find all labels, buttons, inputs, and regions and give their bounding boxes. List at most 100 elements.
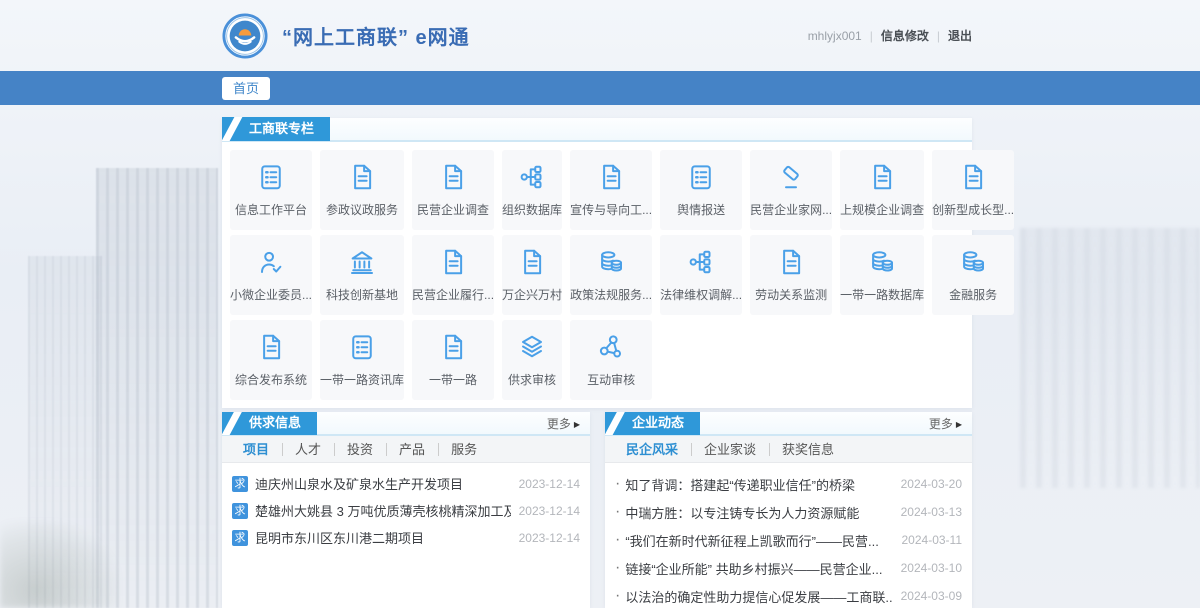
bullet-icon	[615, 531, 620, 549]
demand-badge: 求	[232, 476, 248, 492]
document-icon	[958, 162, 988, 192]
news-tab-2[interactable]: 企业家谈	[691, 436, 769, 463]
supply-list-item[interactable]: 求 楚雄州大姚县 3 万吨优质薄壳核桃精深加工及科... 2023-12-14	[232, 497, 580, 524]
main-content: 工商联专栏 信息工作平台 参政议政服务 民营企业调查 组织数据库 宣传与导向工.…	[222, 118, 972, 608]
app-card[interactable]: 民营企业家网...	[750, 150, 832, 230]
app-card[interactable]: 上规模企业调查	[840, 150, 924, 230]
news-tab-1[interactable]: 民企风采	[613, 436, 691, 463]
database-icon	[958, 247, 988, 277]
app-card[interactable]: 组织数据库	[502, 150, 562, 230]
item-title: 楚雄州大姚县 3 万吨优质薄壳核桃精深加工及科...	[255, 501, 511, 520]
divider: |	[937, 29, 940, 43]
news-tab-3[interactable]: 获奖信息	[769, 436, 847, 463]
item-title: 以法治的确定性助力提信心促发展——工商联...	[625, 587, 892, 606]
share-icon	[596, 332, 626, 362]
document-icon	[867, 162, 897, 192]
site-logo-icon	[222, 13, 268, 59]
item-date: 2024-03-11	[902, 533, 963, 547]
app-card[interactable]: 参政议政服务	[320, 150, 404, 230]
background-building-left	[96, 168, 218, 608]
news-list-item[interactable]: 链接“企业所能” 共助乡村振兴——民营企业... 2024-03-10	[615, 554, 962, 582]
site-header: “网上工商联” e网通 mhlyjx001 | 信息修改 | 退出	[0, 0, 1200, 71]
supply-tab-2[interactable]: 人才	[282, 436, 334, 463]
page: “网上工商联” e网通 mhlyjx001 | 信息修改 | 退出 首页 工商联…	[0, 0, 1200, 608]
supply-tab-3[interactable]: 投资	[334, 436, 386, 463]
modify-info-link[interactable]: 信息修改	[881, 27, 929, 44]
app-card-label: 创新型成长型...	[932, 201, 1014, 218]
username: mhlyjx001	[808, 29, 862, 43]
app-card[interactable]: 互动审核	[570, 320, 652, 400]
item-title: 链接“企业所能” 共助乡村振兴——民营企业...	[625, 559, 892, 578]
app-card-label: 科技创新基地	[326, 286, 398, 303]
news-list-item[interactable]: 知了背调：搭建起“传递职业信任”的桥梁 2024-03-20	[615, 470, 962, 498]
item-date: 2024-03-13	[901, 505, 962, 519]
app-card-label: 宣传与导向工...	[570, 201, 652, 218]
app-card-label: 上规模企业调查	[840, 201, 924, 218]
news-panel-header: 企业动态 更多	[605, 412, 972, 436]
supply-tab-5[interactable]: 服务	[438, 436, 490, 463]
gavel-icon	[776, 162, 806, 192]
org-chart-icon	[517, 162, 547, 192]
app-grid: 信息工作平台 参政议政服务 民营企业调查 组织数据库 宣传与导向工... 舆情报…	[222, 142, 972, 408]
app-card-label: 劳动关系监测	[755, 286, 827, 303]
list-icon	[347, 332, 377, 362]
database-icon	[867, 247, 897, 277]
app-card[interactable]: 创新型成长型...	[932, 150, 1014, 230]
supply-more-link[interactable]: 更多	[547, 415, 580, 432]
app-card[interactable]: 民营企业履行...	[412, 235, 494, 315]
app-card[interactable]: 劳动关系监测	[750, 235, 832, 315]
supply-tab-1[interactable]: 项目	[230, 436, 282, 463]
more-label: 更多	[929, 415, 953, 432]
section-title-federation: 工商联专栏	[222, 117, 330, 141]
background-trees	[0, 520, 120, 608]
supply-tab-4[interactable]: 产品	[386, 436, 438, 463]
supply-list: 求 迪庆州山泉水及矿泉水生产开发项目 2023-12-14 求 楚雄州大姚县 3…	[222, 463, 590, 551]
person-check-icon	[256, 247, 286, 277]
news-list-item[interactable]: “我们在新时代新征程上凯歌而行”——民营... 2024-03-11	[615, 526, 962, 554]
app-card[interactable]: 法律维权调解...	[660, 235, 742, 315]
app-card[interactable]: 政策法规服务...	[570, 235, 652, 315]
news-tabs: 民企风采企业家谈获奖信息	[605, 436, 972, 463]
logout-link[interactable]: 退出	[948, 27, 972, 44]
site-title: “网上工商联” e网通	[282, 21, 470, 50]
app-card[interactable]: 一带一路资讯库	[320, 320, 404, 400]
document-icon	[347, 162, 377, 192]
app-card-label: 小微企业委员...	[230, 286, 312, 303]
nav-home-button[interactable]: 首页	[222, 77, 270, 100]
supply-list-item[interactable]: 求 昆明市东川区东川港二期项目 2023-12-14	[232, 524, 580, 551]
section-title-supply: 供求信息	[222, 412, 317, 435]
news-more-link[interactable]: 更多	[929, 415, 962, 432]
app-card[interactable]: 金融服务	[932, 235, 1014, 315]
app-card-label: 参政议政服务	[326, 201, 398, 218]
layers-icon	[517, 332, 547, 362]
app-card[interactable]: 信息工作平台	[230, 150, 312, 230]
demand-badge: 求	[232, 530, 248, 546]
more-arrow-icon	[956, 416, 962, 430]
app-card[interactable]: 民营企业调查	[412, 150, 494, 230]
app-card[interactable]: 万企兴万村	[502, 235, 562, 315]
item-title: 中瑞方胜：以专注铸专长为人力资源赋能	[625, 503, 892, 522]
app-card[interactable]: 供求审核	[502, 320, 562, 400]
item-date: 2024-03-20	[901, 477, 962, 491]
app-card[interactable]: 一带一路数据库	[840, 235, 924, 315]
document-icon	[596, 162, 626, 192]
supply-list-item[interactable]: 求 迪庆州山泉水及矿泉水生产开发项目 2023-12-14	[232, 470, 580, 497]
app-card[interactable]: 一带一路	[412, 320, 494, 400]
app-card-label: 信息工作平台	[235, 201, 307, 218]
more-arrow-icon	[574, 416, 580, 430]
app-card[interactable]: 科技创新基地	[320, 235, 404, 315]
app-card[interactable]: 小微企业委员...	[230, 235, 312, 315]
background-building-left-small	[28, 256, 102, 608]
news-list-item[interactable]: 以法治的确定性助力提信心促发展——工商联... 2024-03-09	[615, 582, 962, 608]
document-icon	[438, 332, 468, 362]
bottom-row: 供求信息 更多 项目人才投资产品服务 求 迪庆州山泉水及矿泉水生产开发项目 20…	[222, 412, 972, 608]
news-list-item[interactable]: 中瑞方胜：以专注铸专长为人力资源赋能 2024-03-13	[615, 498, 962, 526]
app-card[interactable]: 舆情报送	[660, 150, 742, 230]
item-date: 2024-03-10	[901, 561, 962, 575]
app-card[interactable]: 综合发布系统	[230, 320, 312, 400]
background-skyline-right	[1020, 228, 1200, 488]
app-card[interactable]: 宣传与导向工...	[570, 150, 652, 230]
app-card-label: 一带一路	[429, 371, 477, 388]
app-card-label: 民营企业家网...	[750, 201, 832, 218]
item-date: 2024-03-09	[901, 589, 962, 603]
